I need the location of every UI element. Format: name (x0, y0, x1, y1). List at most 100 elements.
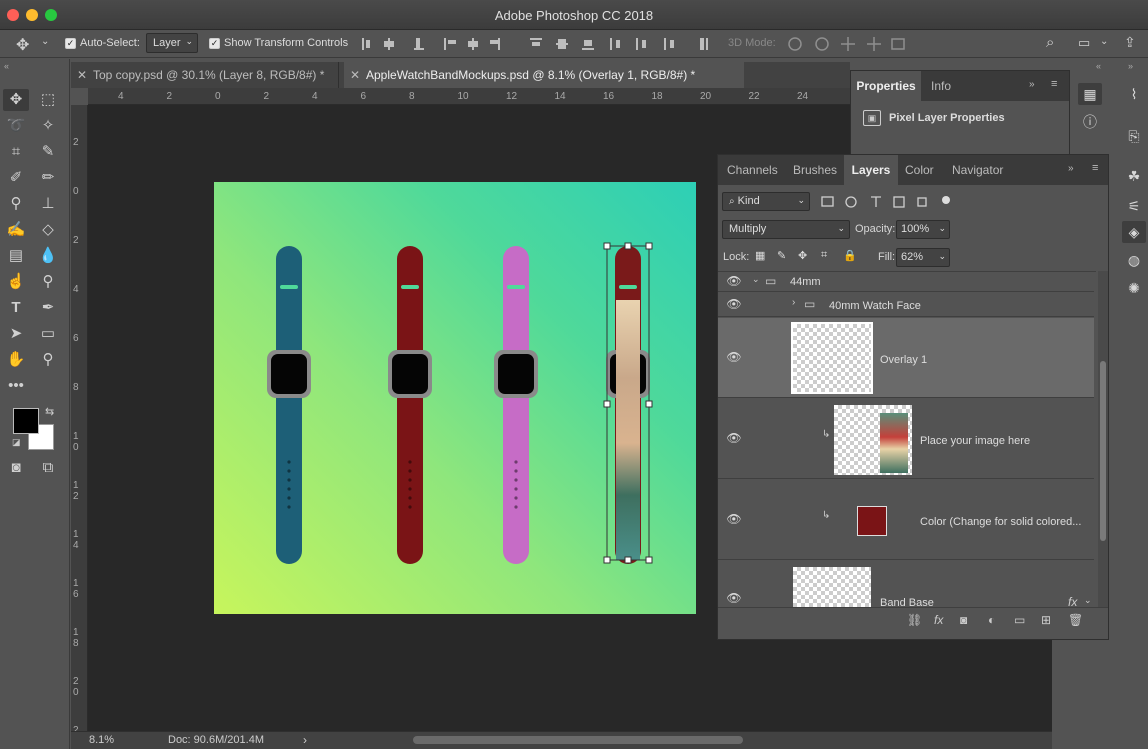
lock-artboard-icon[interactable]: ⌗ (821, 249, 827, 262)
gradient-tool-icon[interactable]: ▤ (3, 245, 29, 267)
lock-all-icon[interactable]: 🔒 (843, 249, 857, 262)
history-panel-icon[interactable]: ⎘ (1122, 125, 1146, 147)
navigator-panel-icon[interactable]: ✺ (1122, 277, 1146, 299)
doc-size[interactable]: Doc: 90.6M/201.4M (168, 734, 264, 746)
layer-row-group-40mm-watch-face[interactable]: 👁 › ▭ 40mm Watch Face (718, 293, 1094, 317)
more-tools-icon[interactable]: ••• (3, 375, 29, 397)
default-colors-icon[interactable]: ◪ (12, 437, 21, 448)
transform-handle[interactable] (624, 556, 632, 564)
layer-row-color[interactable]: 👁 ↳ Color (Change for solid colored... (718, 480, 1094, 560)
transform-handle[interactable] (624, 242, 632, 250)
eyedropper-tool-icon[interactable]: ✎ (35, 141, 61, 163)
tab-info[interactable]: Info (931, 71, 951, 101)
adjustment-layer-icon[interactable]: ◐ (988, 613, 995, 627)
visibility-eye-icon[interactable]: 👁 (726, 512, 742, 528)
smudge-tool-icon[interactable]: ☝ (3, 271, 29, 293)
stamp-tool-icon[interactable]: ⊥ (35, 193, 61, 215)
lasso-tool-icon[interactable]: ➰ (3, 115, 29, 137)
lock-position-icon[interactable]: ✥ (798, 249, 807, 262)
pencil-tool-icon[interactable]: ✏ (35, 167, 61, 189)
layers-scrollbar[interactable] (1098, 271, 1108, 607)
document-canvas[interactable] (214, 182, 696, 614)
dodge-tool-icon[interactable]: ⚲ (35, 271, 61, 293)
transform-handle[interactable] (645, 556, 653, 564)
panel-menu-icon[interactable]: ≡ (1092, 162, 1098, 174)
auto-select-dropdown[interactable]: Layer ⌄ (146, 33, 198, 53)
tab-top-copy[interactable]: ✕ Top copy.psd @ 30.1% (Layer 8, RGB/8#)… (71, 62, 339, 88)
lock-transparent-icon[interactable]: ▦ (755, 249, 765, 262)
tab-properties[interactable]: Properties (851, 71, 921, 101)
share-icon[interactable]: ⇪ (1124, 34, 1136, 51)
zoom-tool-icon[interactable]: ⚲ (35, 349, 61, 371)
quick-mask-icon[interactable]: ◙ (3, 457, 29, 479)
collapse-toolbox-icon[interactable]: « (4, 61, 9, 71)
transform-handle[interactable] (645, 400, 653, 408)
layer-effects-icon[interactable]: fx (1068, 595, 1077, 607)
align-distribute-icons[interactable] (358, 36, 708, 52)
history-brush-tool-icon[interactable]: ✍ (3, 219, 29, 241)
watch-band-3[interactable] (494, 246, 538, 564)
chevron-right-icon[interactable]: › (792, 297, 795, 308)
layers-panel-icon[interactable]: ◈ (1122, 221, 1146, 243)
info-panel-icon[interactable]: ⓘ (1078, 111, 1102, 133)
watch-band-1[interactable] (267, 246, 311, 564)
collapse-dock-icon[interactable]: « (1096, 61, 1101, 71)
tab-apple-watch-band-mockups[interactable]: ✕ AppleWatchBandMockups.psd @ 8.1% (Over… (344, 62, 744, 88)
add-style-icon[interactable]: fx (934, 613, 943, 627)
crop-tool-icon[interactable]: ⌗ (3, 141, 29, 163)
new-group-icon[interactable]: ▭ (1014, 613, 1025, 627)
chevron-down-icon[interactable]: ⌄ (1100, 36, 1108, 47)
chevron-down-icon[interactable]: ⌄ (752, 274, 760, 285)
panel-menu-icon[interactable]: ≡ (1051, 78, 1057, 90)
blur-tool-icon[interactable]: 💧 (35, 245, 61, 267)
watch-band-2[interactable] (388, 246, 432, 564)
eraser-tool-icon[interactable]: ◇ (35, 219, 61, 241)
tab-navigator[interactable]: Navigator (952, 155, 1003, 185)
visibility-eye-icon[interactable]: 👁 (726, 431, 742, 447)
layer-row-place-your-image-here[interactable]: 👁 ↳ Place your image here (718, 399, 1094, 479)
visibility-eye-icon[interactable]: 👁 (726, 297, 742, 313)
horizontal-scrollbar[interactable] (413, 736, 743, 744)
path-selection-tool-icon[interactable]: ➤ (3, 323, 29, 345)
swatches-panel-icon[interactable]: ☘ (1122, 165, 1146, 187)
type-tool-icon[interactable]: T (3, 297, 29, 319)
3d-mode-icons[interactable] (786, 35, 912, 53)
transform-handle[interactable] (603, 242, 611, 250)
foreground-color-swatch[interactable] (13, 408, 39, 434)
chevron-down-icon[interactable]: ⌄ (41, 36, 49, 47)
transform-handle[interactable] (645, 242, 653, 250)
auto-select-checkbox[interactable]: ✓ (65, 38, 76, 49)
layer-row-group-44mm[interactable]: 👁 ⌄ ▭ 44mm (718, 272, 1094, 292)
tab-channels[interactable]: Channels (727, 155, 778, 185)
magic-wand-tool-icon[interactable]: ✧ (35, 115, 61, 137)
new-layer-icon[interactable]: ⊞ (1041, 613, 1051, 627)
layer-filter-icons[interactable] (818, 193, 954, 211)
visibility-eye-icon[interactable]: 👁 (726, 274, 742, 290)
visibility-eye-icon[interactable]: 👁 (726, 350, 742, 366)
transform-handle[interactable] (603, 400, 611, 408)
close-tab-icon[interactable]: ✕ (350, 62, 360, 88)
color-panel-icon[interactable]: ◍ (1122, 249, 1146, 271)
move-tool-icon[interactable]: ✥ (16, 35, 29, 55)
add-mask-icon[interactable]: ◙ (960, 613, 967, 627)
chevron-right-icon[interactable]: › (303, 733, 307, 747)
screen-mode-icon[interactable]: ⧉ (35, 457, 61, 479)
marquee-tool-icon[interactable]: ⬚ (35, 89, 61, 111)
delete-layer-icon[interactable]: 🗑 (1068, 613, 1083, 627)
link-layers-icon[interactable]: ⛓ (907, 613, 922, 627)
expand-panel-icon[interactable]: » (1068, 163, 1074, 174)
transform-controls-checkbox[interactable]: ✓ (209, 38, 220, 49)
layer-row-overlay-1[interactable]: 👁 Overlay 1 (718, 318, 1094, 398)
adjustments-panel-icon[interactable]: ⚟ (1122, 195, 1146, 217)
hand-tool-icon[interactable]: ✋ (3, 349, 29, 371)
transform-handle[interactable] (603, 556, 611, 564)
tab-color[interactable]: Color (905, 155, 934, 185)
blend-mode-dropdown[interactable]: Multiply ⌄ (722, 220, 850, 239)
layer-row-band-base[interactable]: 👁 Band Base fx ⌄ (718, 561, 1094, 607)
swap-colors-icon[interactable]: ⇆ (45, 405, 54, 418)
move-tool-icon[interactable]: ✥ (3, 89, 29, 111)
expand-panel-icon[interactable]: » (1029, 79, 1035, 90)
healing-brush-tool-icon[interactable]: ✐ (3, 167, 29, 189)
pen-tool-icon[interactable]: ✒ (35, 297, 61, 319)
tab-layers[interactable]: Layers (844, 155, 898, 185)
